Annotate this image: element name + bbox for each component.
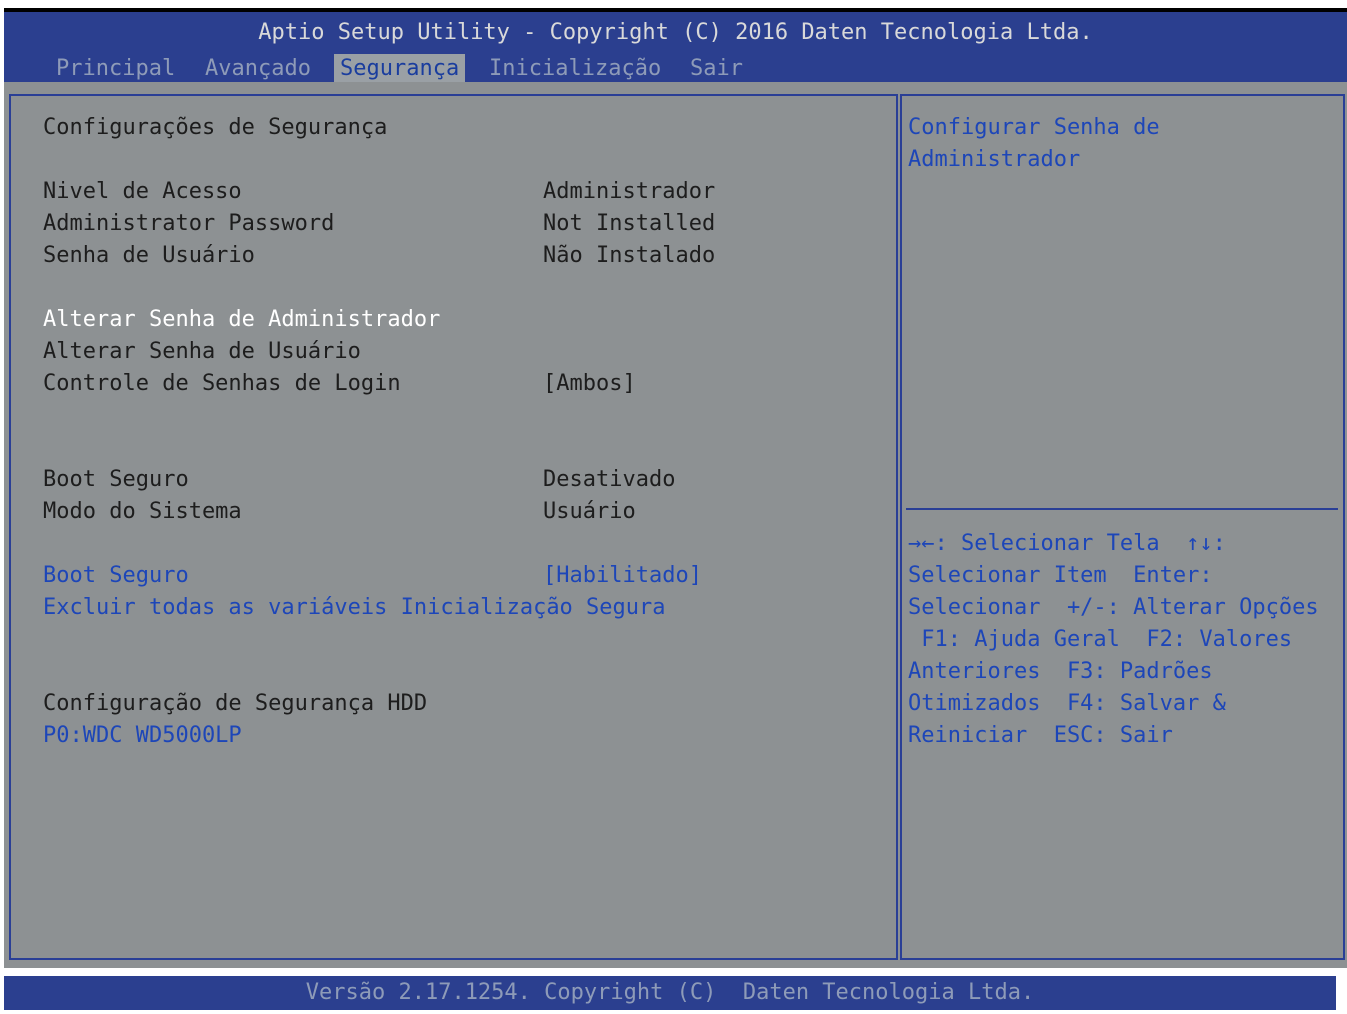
settings-panel: Configurações de Segurança Nivel de Aces… <box>9 94 898 960</box>
tab-inicializacao[interactable]: Inicialização <box>483 54 667 84</box>
help-key-line: →←: Selecionar Tela ↑↓: <box>908 531 1226 556</box>
help-panel: Configurar Senha de Administrador →←: Se… <box>900 94 1345 960</box>
section-title: Configurações de Segurança <box>43 115 388 140</box>
footer-version: Versão 2.17.1254. Copyright (C) Daten Te… <box>305 980 1035 1005</box>
secure-boot-status-value: Desativado <box>543 467 676 492</box>
tab-seguranca[interactable]: Segurança <box>334 54 466 84</box>
help-key-line: Selecionar Item Enter: <box>908 563 1213 588</box>
info-label-admin-password: Administrator Password <box>43 211 335 236</box>
help-key-line: F1: Ajuda Geral F2: Valores <box>908 627 1293 652</box>
help-description-line: Configurar Senha de <box>908 115 1160 140</box>
system-mode-value: Usuário <box>543 499 636 524</box>
info-value-access-level: Administrador <box>543 179 716 204</box>
login-password-control-value[interactable]: [Ambos] <box>543 368 636 400</box>
help-key-line: Reiniciar ESC: Sair <box>908 723 1173 748</box>
help-key-line: Anteriores F3: Padrões <box>908 659 1213 684</box>
header-bar: Aptio Setup Utility - Copyright (C) 2016… <box>4 8 1347 86</box>
info-value-admin-password: Not Installed <box>543 211 716 236</box>
clear-secure-boot-variables-item[interactable]: Excluir todas as variáveis Inicialização… <box>43 592 666 624</box>
help-divider <box>906 508 1338 510</box>
help-key-line: Otimizados F4: Salvar & <box>908 691 1226 716</box>
app-title: Aptio Setup Utility - Copyright (C) 2016… <box>258 20 1093 45</box>
info-value-user-password: Não Instalado <box>543 243 716 268</box>
info-label-user-password: Senha de Usuário <box>43 243 255 268</box>
main-area: Configurações de Segurança Nivel de Aces… <box>4 82 1347 968</box>
footer-bar: Versão 2.17.1254. Copyright (C) Daten Te… <box>4 976 1336 1010</box>
login-password-control-item[interactable]: Controle de Senhas de Login <box>43 368 401 400</box>
help-key-line: Selecionar +/-: Alterar Opções <box>908 595 1319 620</box>
tab-principal[interactable]: Principal <box>50 54 181 84</box>
change-user-password-item[interactable]: Alterar Senha de Usuário <box>43 336 361 368</box>
secure-boot-option-value[interactable]: [Habilitado] <box>543 560 702 592</box>
hdd-item[interactable]: P0:WDC WD5000LP <box>43 720 242 752</box>
secure-boot-option-item[interactable]: Boot Seguro <box>43 560 189 592</box>
tab-avancado[interactable]: Avançado <box>199 54 317 84</box>
system-mode-label: Modo do Sistema <box>43 499 242 524</box>
tab-sair[interactable]: Sair <box>684 54 749 84</box>
tab-bar: Principal Avançado Segurança Inicializaç… <box>4 54 1347 84</box>
help-description-line: Administrador <box>908 147 1081 172</box>
secure-boot-status-label: Boot Seguro <box>43 467 189 492</box>
info-label-access-level: Nivel de Acesso <box>43 179 242 204</box>
change-admin-password-item[interactable]: Alterar Senha de Administrador <box>43 304 440 336</box>
hdd-security-title: Configuração de Segurança HDD <box>43 691 428 716</box>
